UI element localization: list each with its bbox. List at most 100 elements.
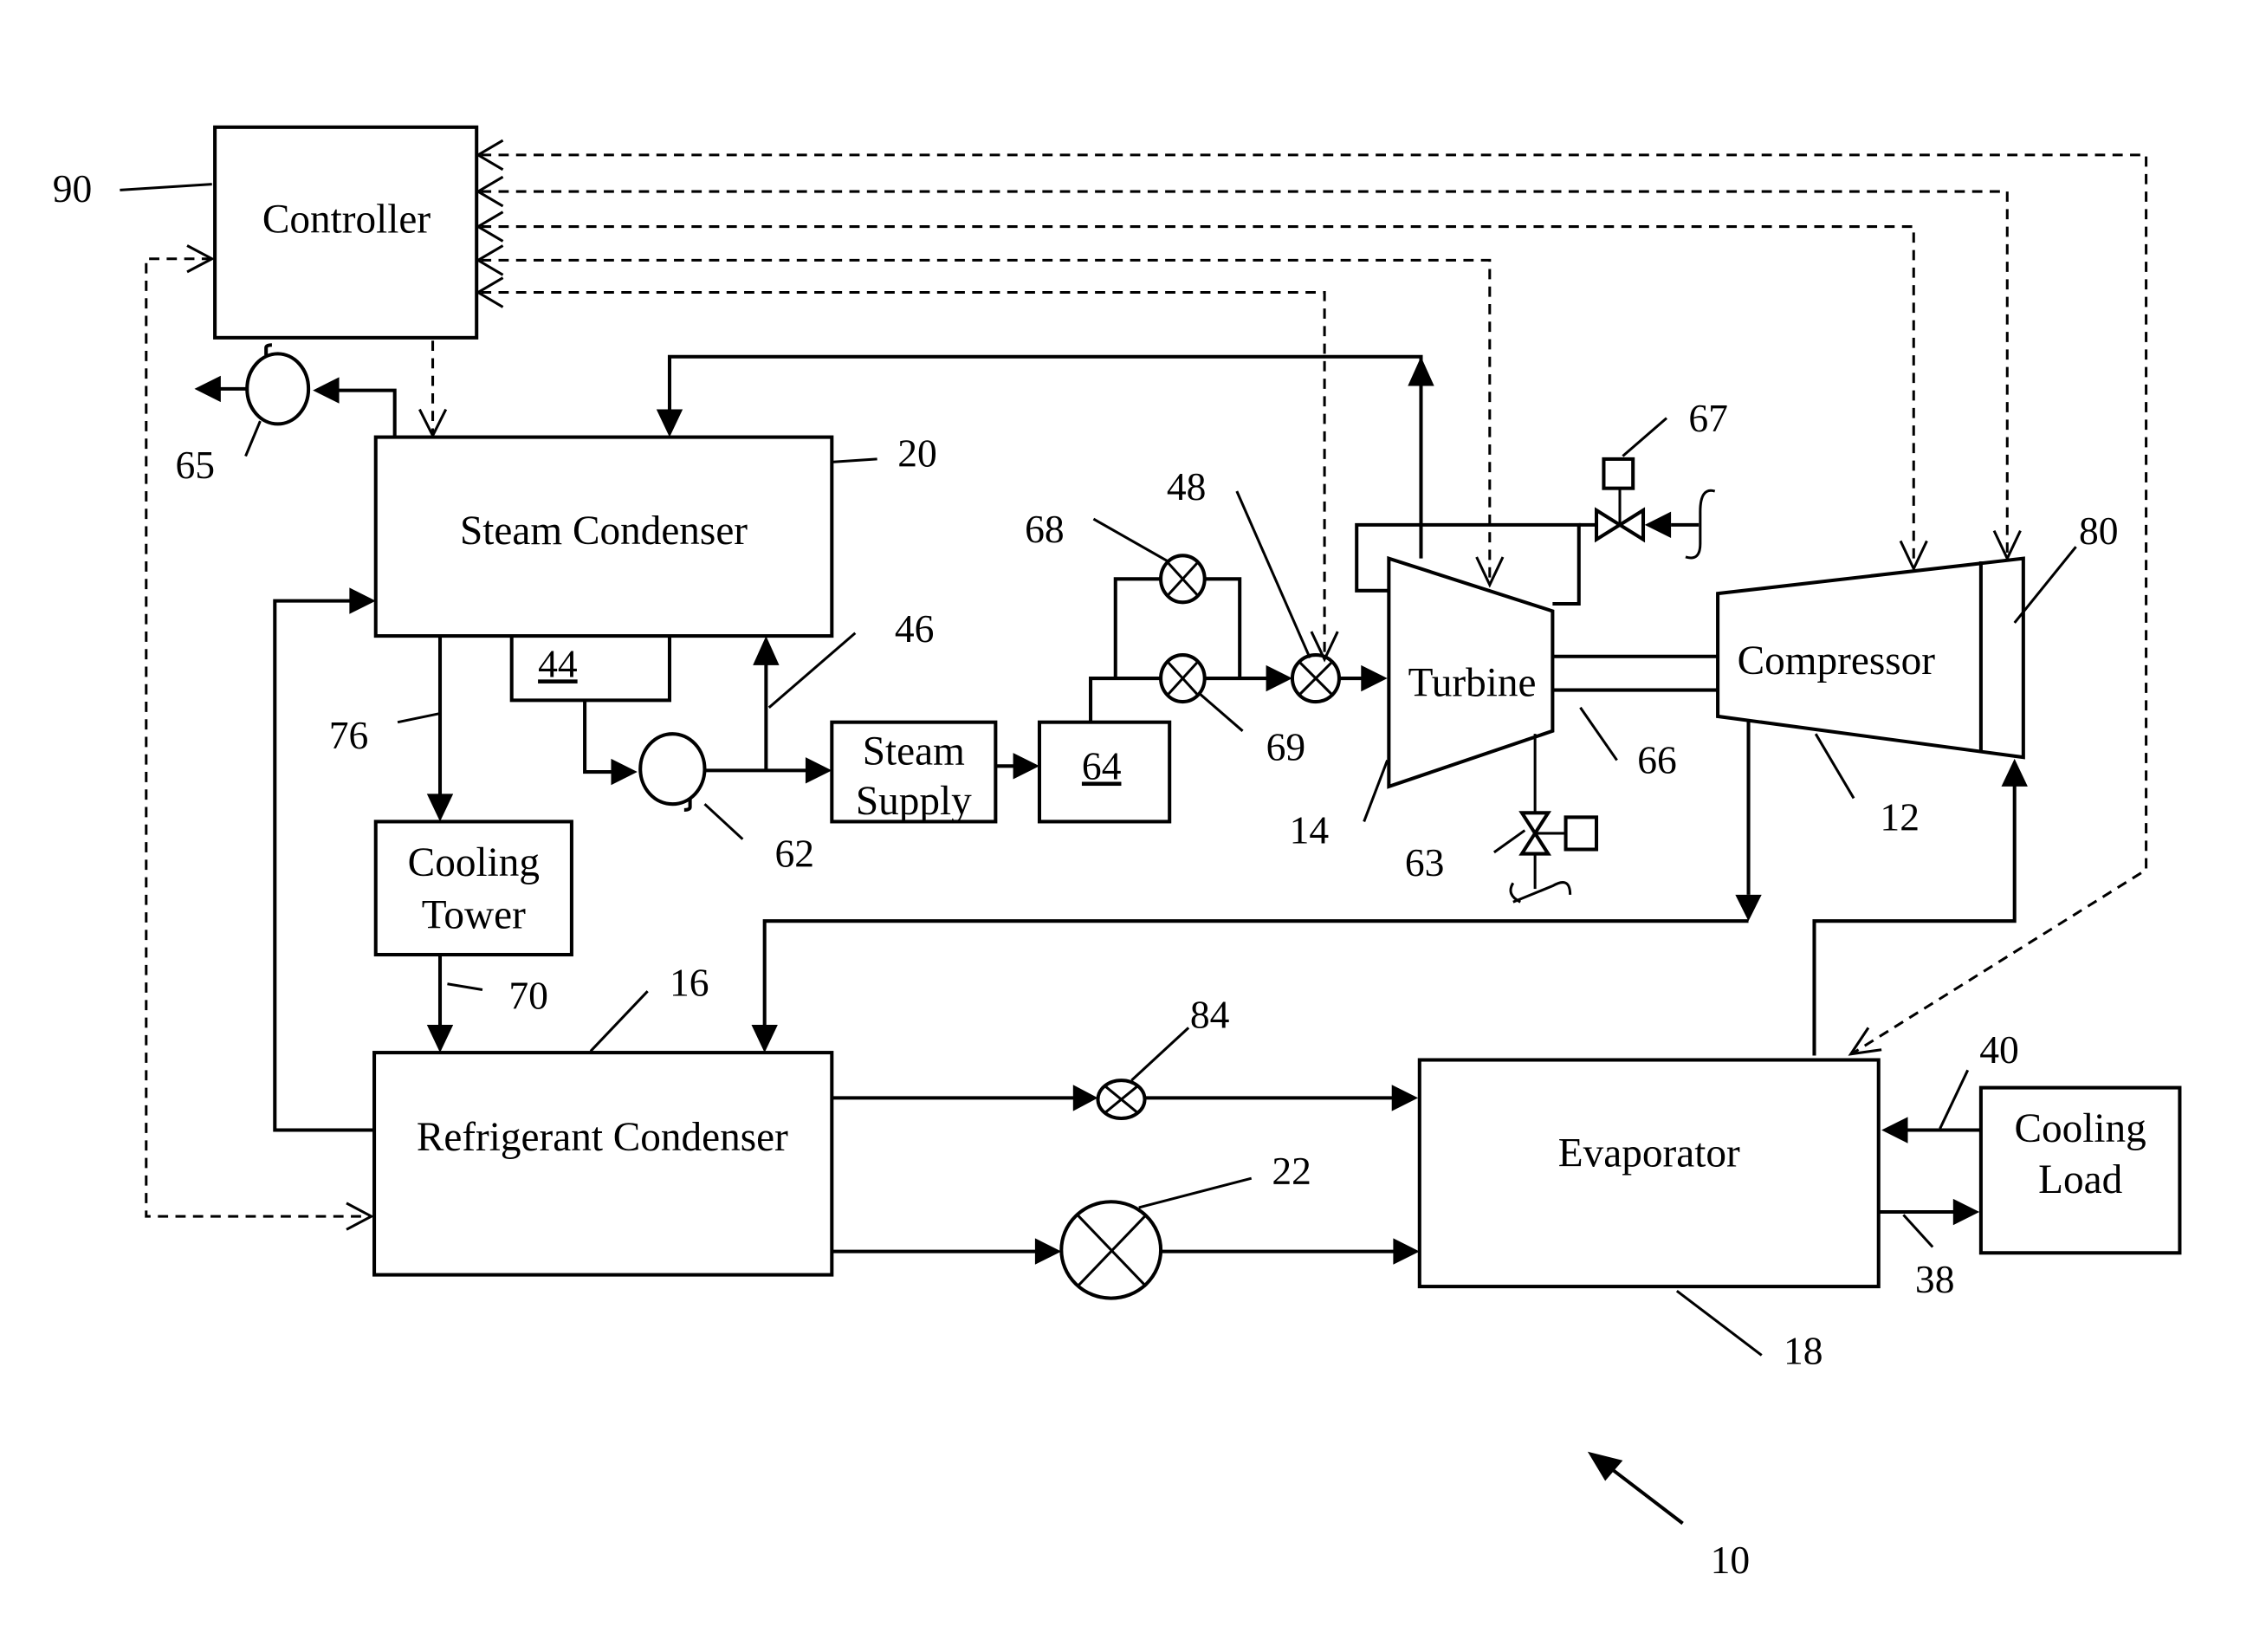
valve-84 [1096, 1079, 1147, 1121]
leader-76 [397, 712, 441, 724]
refrigerant-condenser-box [372, 1051, 834, 1277]
leader-90 [120, 183, 212, 191]
ref-46: 46 [895, 606, 935, 651]
arrowhead-into-pump-62 [611, 758, 638, 786]
arrowhead-into-pump-65 [313, 377, 340, 404]
valve-68 [1159, 554, 1207, 605]
ref-70: 70 [508, 973, 548, 1017]
arrowhead-pump-65-out [194, 375, 221, 403]
leader-38 [1902, 1214, 1934, 1248]
valve-67-right-triangle [1616, 507, 1646, 543]
arrowhead-into-refrigerant-condenser [751, 1025, 778, 1053]
break-symbol-63 [1509, 881, 1572, 904]
arrowhead-into-refrigerant-condenser-top [426, 1025, 454, 1053]
ref-65: 65 [176, 443, 216, 487]
hotwell-44-box [509, 636, 672, 703]
refrigerant-condenser-label: Refrigerant Condenser [417, 1115, 788, 1160]
ref-63: 63 [1405, 840, 1445, 884]
ref-22: 22 [1272, 1149, 1311, 1193]
leader-48 [1235, 490, 1311, 659]
leader-69 [1197, 691, 1244, 732]
turbine-block: Turbine 14 [1290, 555, 1555, 852]
leader-14 [1363, 760, 1389, 822]
arrowhead-into-cooling-tower [426, 794, 454, 822]
leader-16 [589, 990, 649, 1053]
pump-65-icon [245, 352, 311, 426]
leader-70 [447, 982, 483, 992]
arrowhead-compressor-discharge [1735, 894, 1762, 922]
boiler-64-label: 64 [1082, 743, 1122, 787]
arrowhead-46-into-condenser [753, 636, 780, 665]
valve-63 [1518, 811, 1599, 856]
ref-14: 14 [1290, 808, 1330, 852]
cooling-tower-label-line2: Tower [422, 893, 526, 938]
leader-84 [1130, 1027, 1190, 1082]
leader-46 [767, 632, 857, 709]
cooling-tower-label-line1: Cooling [408, 840, 540, 885]
leader-62 [703, 803, 744, 840]
ref-18: 18 [1784, 1329, 1823, 1373]
ref-84: 84 [1190, 992, 1230, 1036]
ref-20: 20 [897, 431, 937, 475]
arrowhead-into-64 [1013, 753, 1039, 780]
boiler-64-block: 64 [1037, 720, 1172, 824]
ref-40: 40 [1979, 1027, 2019, 1072]
compressor-label: Compressor [1738, 638, 1936, 683]
turbine-label: Turbine [1408, 660, 1537, 705]
pipe-64-to-valve-69 [1089, 677, 1162, 722]
pipe-valve-68-out [1203, 577, 1242, 679]
steam-supply-block: Steam Supply [830, 720, 998, 824]
pipe-hotwell-to-pump-62 [583, 700, 612, 774]
steam-supply-label-line1: Steam [863, 729, 965, 774]
arrowhead-into-turbine [1361, 664, 1388, 692]
arrowhead-into-compressor [2001, 758, 2028, 787]
vacuum-pump-65: 65 [176, 343, 397, 487]
ref-80: 80 [2079, 509, 2119, 553]
leader-66 [1579, 706, 1618, 761]
leader-65 [244, 420, 262, 457]
arrowhead-40-into-evaporator [1881, 1117, 1908, 1143]
valve-69 [1159, 653, 1207, 704]
ref-90: 90 [53, 166, 93, 211]
leader-22 [1138, 1176, 1253, 1209]
leader-12 [1814, 733, 1855, 800]
pipe-condenser-to-pump-65 [333, 388, 397, 437]
ref-67: 67 [1688, 396, 1728, 440]
steam-condenser-block: Steam Condenser 20 44 [373, 431, 937, 703]
valve-67-left-triangle [1594, 507, 1623, 543]
system-reference-arrow-shaft [1607, 1465, 1684, 1526]
arrowhead-38-into-load [1952, 1198, 1980, 1226]
controller-block: Controller 90 [53, 125, 479, 340]
arrowhead-into-valve-67 [1644, 511, 1672, 539]
leader-40 [1939, 1069, 1970, 1130]
pipe-to-valve-68 [1113, 577, 1162, 679]
leader-20 [832, 457, 877, 463]
arrowhead-turbine-exhaust-up [1408, 356, 1434, 386]
cooling-load-block: Cooling Load [1978, 1085, 2182, 1255]
valve-63-bottom-triangle [1518, 830, 1552, 856]
valve-67 [1594, 457, 1646, 543]
leader-18 [1675, 1289, 1763, 1357]
evaporator-label: Evaporator [1558, 1131, 1740, 1176]
leader-63 [1492, 829, 1526, 854]
ref-66: 66 [1637, 738, 1677, 782]
ref-68: 68 [1025, 507, 1065, 551]
ref-69: 69 [1266, 725, 1306, 769]
ref-38: 38 [1915, 1257, 1955, 1301]
valve-22 [1059, 1200, 1163, 1300]
arrowhead-valve-22-to-evaporator [1393, 1238, 1420, 1265]
hotwell-44-label: 44 [538, 641, 578, 685]
pipe-discharge-to-refrigerant-condenser [762, 919, 1749, 1027]
ref-48: 48 [1167, 464, 1207, 509]
arrowhead-into-steam-supply [805, 757, 832, 784]
leader-68 [1092, 517, 1169, 563]
arrowhead-valve-84-to-evaporator [1391, 1085, 1419, 1111]
ref-62: 62 [775, 832, 815, 876]
pump-62-icon [638, 732, 707, 807]
controller-label: Controller [262, 197, 431, 242]
system-reference-arrowhead [1587, 1451, 1623, 1481]
cooling-tower-block: Cooling Tower [373, 820, 573, 957]
steam-condenser-label: Steam Condenser [460, 509, 748, 554]
valve-67-actuator [1602, 457, 1635, 490]
arrowhead-into-valve-22 [1034, 1238, 1062, 1265]
